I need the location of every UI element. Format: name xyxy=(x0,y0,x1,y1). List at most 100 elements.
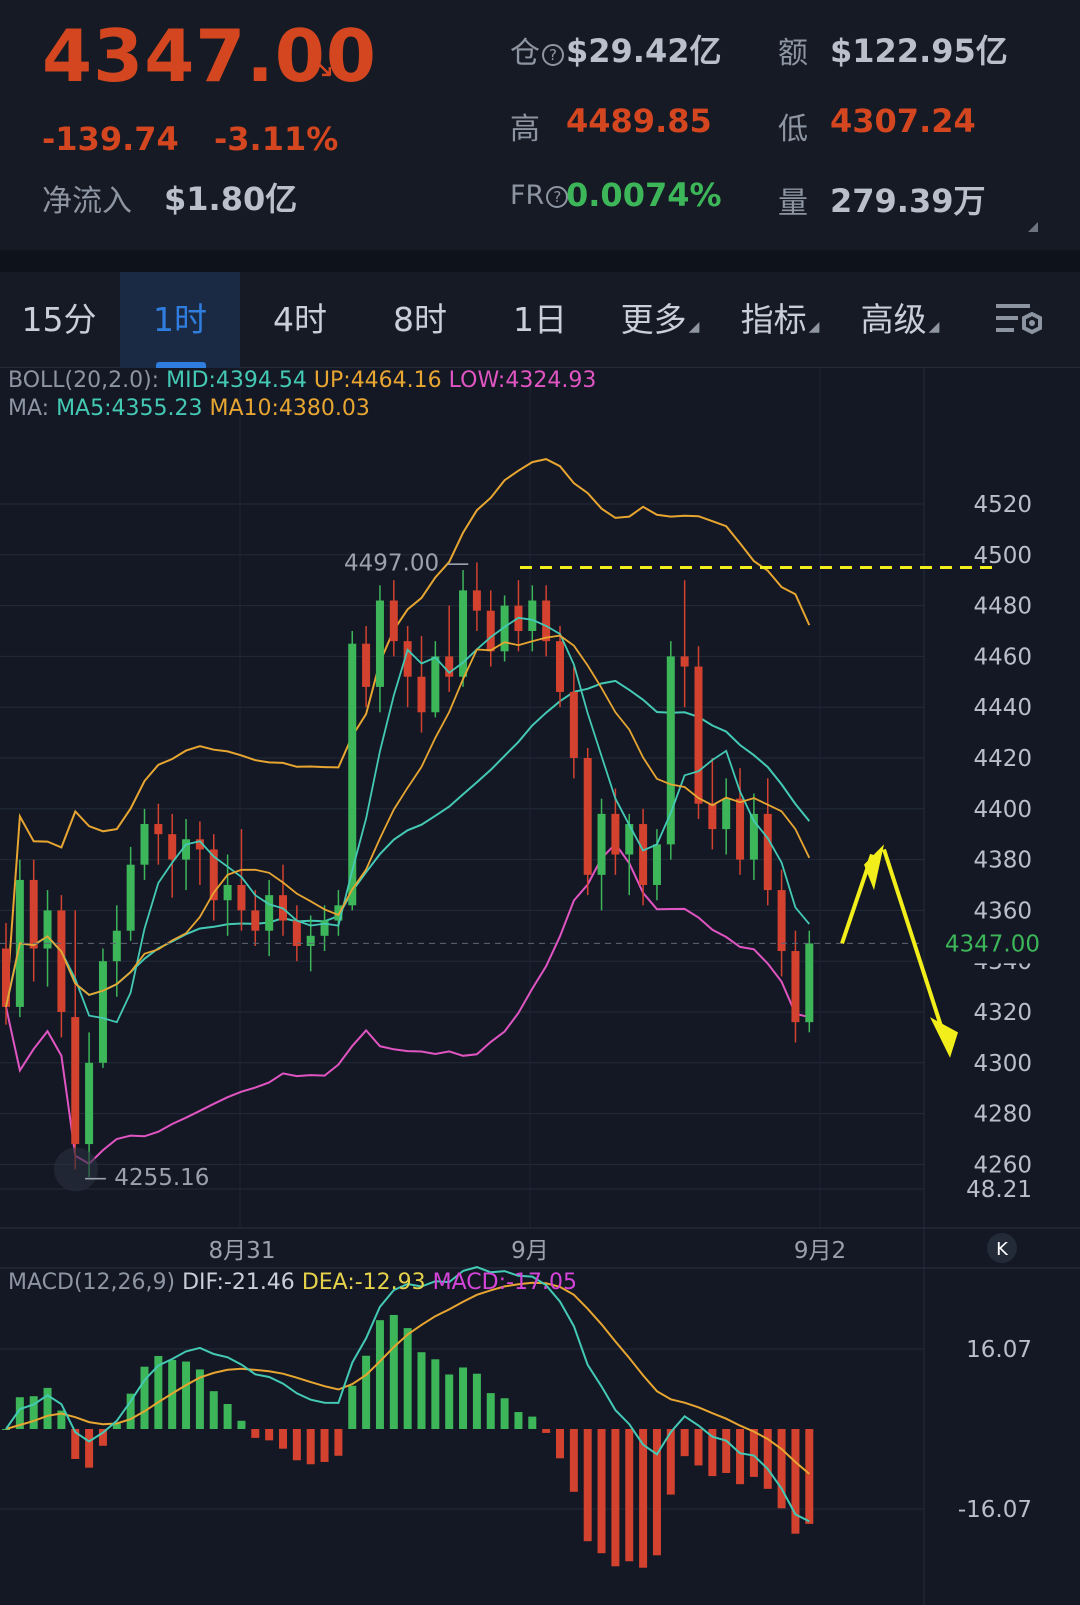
candle-body xyxy=(777,890,786,952)
candle-body xyxy=(154,824,163,835)
candle-body xyxy=(528,600,537,631)
macd-bar xyxy=(805,1429,814,1524)
tab-4h[interactable]: 4时 xyxy=(240,272,360,368)
tab-advanced[interactable]: 高级 ◢ xyxy=(840,272,960,368)
candle-body xyxy=(597,813,606,875)
tab-15m[interactable]: 15分 xyxy=(0,272,118,368)
macd-bar xyxy=(237,1420,246,1429)
funding-rate-label: FR? xyxy=(510,180,570,211)
macd-legend: MACD(12,26,9) DIF:-21.46 DEA:-12.93 MACD… xyxy=(8,1270,577,1295)
macd-bar xyxy=(639,1429,648,1568)
macd-bar xyxy=(182,1361,191,1429)
high-marker-label: 4497.00 — xyxy=(344,550,469,576)
price-tick-label: 4400 xyxy=(973,797,1032,823)
candle-body xyxy=(98,961,107,1063)
macd-bar xyxy=(251,1429,260,1438)
dropdown-corner-icon: ◢ xyxy=(928,319,940,335)
macd-bar xyxy=(611,1429,620,1567)
macd-bar xyxy=(666,1429,675,1495)
price-tick-label: 4500 xyxy=(973,543,1032,569)
candle-body xyxy=(140,824,149,865)
time-tick-label: 9月 xyxy=(511,1238,549,1264)
price-tick-label: 4300 xyxy=(973,1051,1032,1077)
macd-bar xyxy=(486,1393,495,1429)
macd-tick-label: 48.21 xyxy=(966,1177,1032,1203)
current-price-label: 4347.00 xyxy=(945,931,1040,957)
macd-bar xyxy=(126,1393,135,1429)
macd-bar xyxy=(375,1320,384,1429)
candle-body xyxy=(43,910,52,949)
time-tick-label: 9月2 xyxy=(794,1238,846,1264)
candle-body xyxy=(583,758,592,875)
chart-settings-icon[interactable] xyxy=(980,272,1060,368)
macd-bar xyxy=(403,1328,412,1429)
candle-body xyxy=(223,885,232,901)
interval-tab-bar: 15分 1时 4时 8时 1日 更多 ◢ 指标 ◢ 高级 ◢ xyxy=(0,272,1080,368)
price-tick-label: 4260 xyxy=(973,1152,1032,1178)
kline-chart-area[interactable]: 4520450044804460444044204400438043604340… xyxy=(0,368,1080,1605)
candle-body xyxy=(639,824,648,885)
boll-legend: BOLL(20,2.0): MID:4394.54 UP:4464.16 LOW… xyxy=(8,368,597,393)
candle-body xyxy=(85,1062,94,1145)
tab-8h[interactable]: 8时 xyxy=(360,272,480,368)
candle-body xyxy=(652,844,661,885)
macd-bar xyxy=(265,1429,274,1441)
time-tick-label: 8月31 xyxy=(209,1238,276,1264)
macd-bar xyxy=(362,1355,371,1429)
high-value: 4489.85 xyxy=(566,102,712,140)
arrow-up-head-icon xyxy=(864,844,884,891)
volume-value: 279.39万 xyxy=(830,182,986,220)
tab-indicators[interactable]: 指标 ◢ xyxy=(720,272,840,368)
info-icon[interactable]: ? xyxy=(542,43,564,66)
macd-bar xyxy=(569,1429,578,1492)
candle-body xyxy=(71,1017,80,1145)
tab-more[interactable]: 更多 ◢ xyxy=(600,272,720,368)
macd-bar xyxy=(528,1416,537,1429)
candle-body xyxy=(389,600,398,642)
candle-body xyxy=(292,920,301,946)
expand-corner-icon[interactable] xyxy=(1028,222,1038,232)
tab-1h[interactable]: 1时 xyxy=(120,272,240,368)
candle-body xyxy=(694,666,703,804)
boll-mid-line xyxy=(5,679,811,1008)
macd-bar xyxy=(749,1429,758,1477)
candle-body xyxy=(168,834,177,860)
macd-bar xyxy=(542,1429,551,1433)
macd-bar xyxy=(389,1314,398,1429)
macd-bar xyxy=(348,1385,357,1429)
candle-body xyxy=(126,864,135,931)
ma-legend: MA: MA5:4355.23 MA10:4380.03 xyxy=(8,396,370,421)
macd-bar xyxy=(736,1429,745,1485)
macd-bar xyxy=(223,1403,232,1429)
candle-body xyxy=(680,656,689,667)
price-chart-svg[interactable]: 4520450044804460444044204400438043604340… xyxy=(0,368,1080,1605)
candle-body xyxy=(362,643,371,687)
open-interest-label: 仓? xyxy=(510,28,566,72)
macd-bar xyxy=(791,1429,800,1534)
low-value: 4307.24 xyxy=(830,102,976,140)
candle-body xyxy=(722,798,731,830)
price-tick-label: 4520 xyxy=(973,492,1032,518)
info-icon[interactable]: ? xyxy=(546,185,569,208)
candle-body xyxy=(306,935,315,946)
dropdown-corner-icon: ◢ xyxy=(688,319,700,335)
boll-lower-line xyxy=(5,842,810,1165)
macd-bar xyxy=(85,1429,94,1468)
candle-body xyxy=(569,691,578,758)
scroll-to-latest-glyph: K xyxy=(996,1239,1009,1260)
candle-body xyxy=(666,656,675,845)
price-tick-label: 4460 xyxy=(973,644,1032,670)
macd-bar xyxy=(417,1352,426,1429)
arrow-down-head-icon xyxy=(930,1017,958,1058)
high-label: 高 xyxy=(510,112,540,147)
candle-body xyxy=(791,951,800,1023)
macd-bar xyxy=(292,1429,301,1461)
tab-1d[interactable]: 1日 xyxy=(480,272,600,368)
price-tick-label: 4440 xyxy=(973,695,1032,721)
macd-bar xyxy=(722,1429,731,1473)
amount-label: 额 xyxy=(778,36,808,71)
candle-body xyxy=(556,641,564,692)
section-divider xyxy=(0,250,1080,272)
macd-bar xyxy=(583,1429,592,1542)
price-change-percent: -3.11% xyxy=(214,120,339,158)
